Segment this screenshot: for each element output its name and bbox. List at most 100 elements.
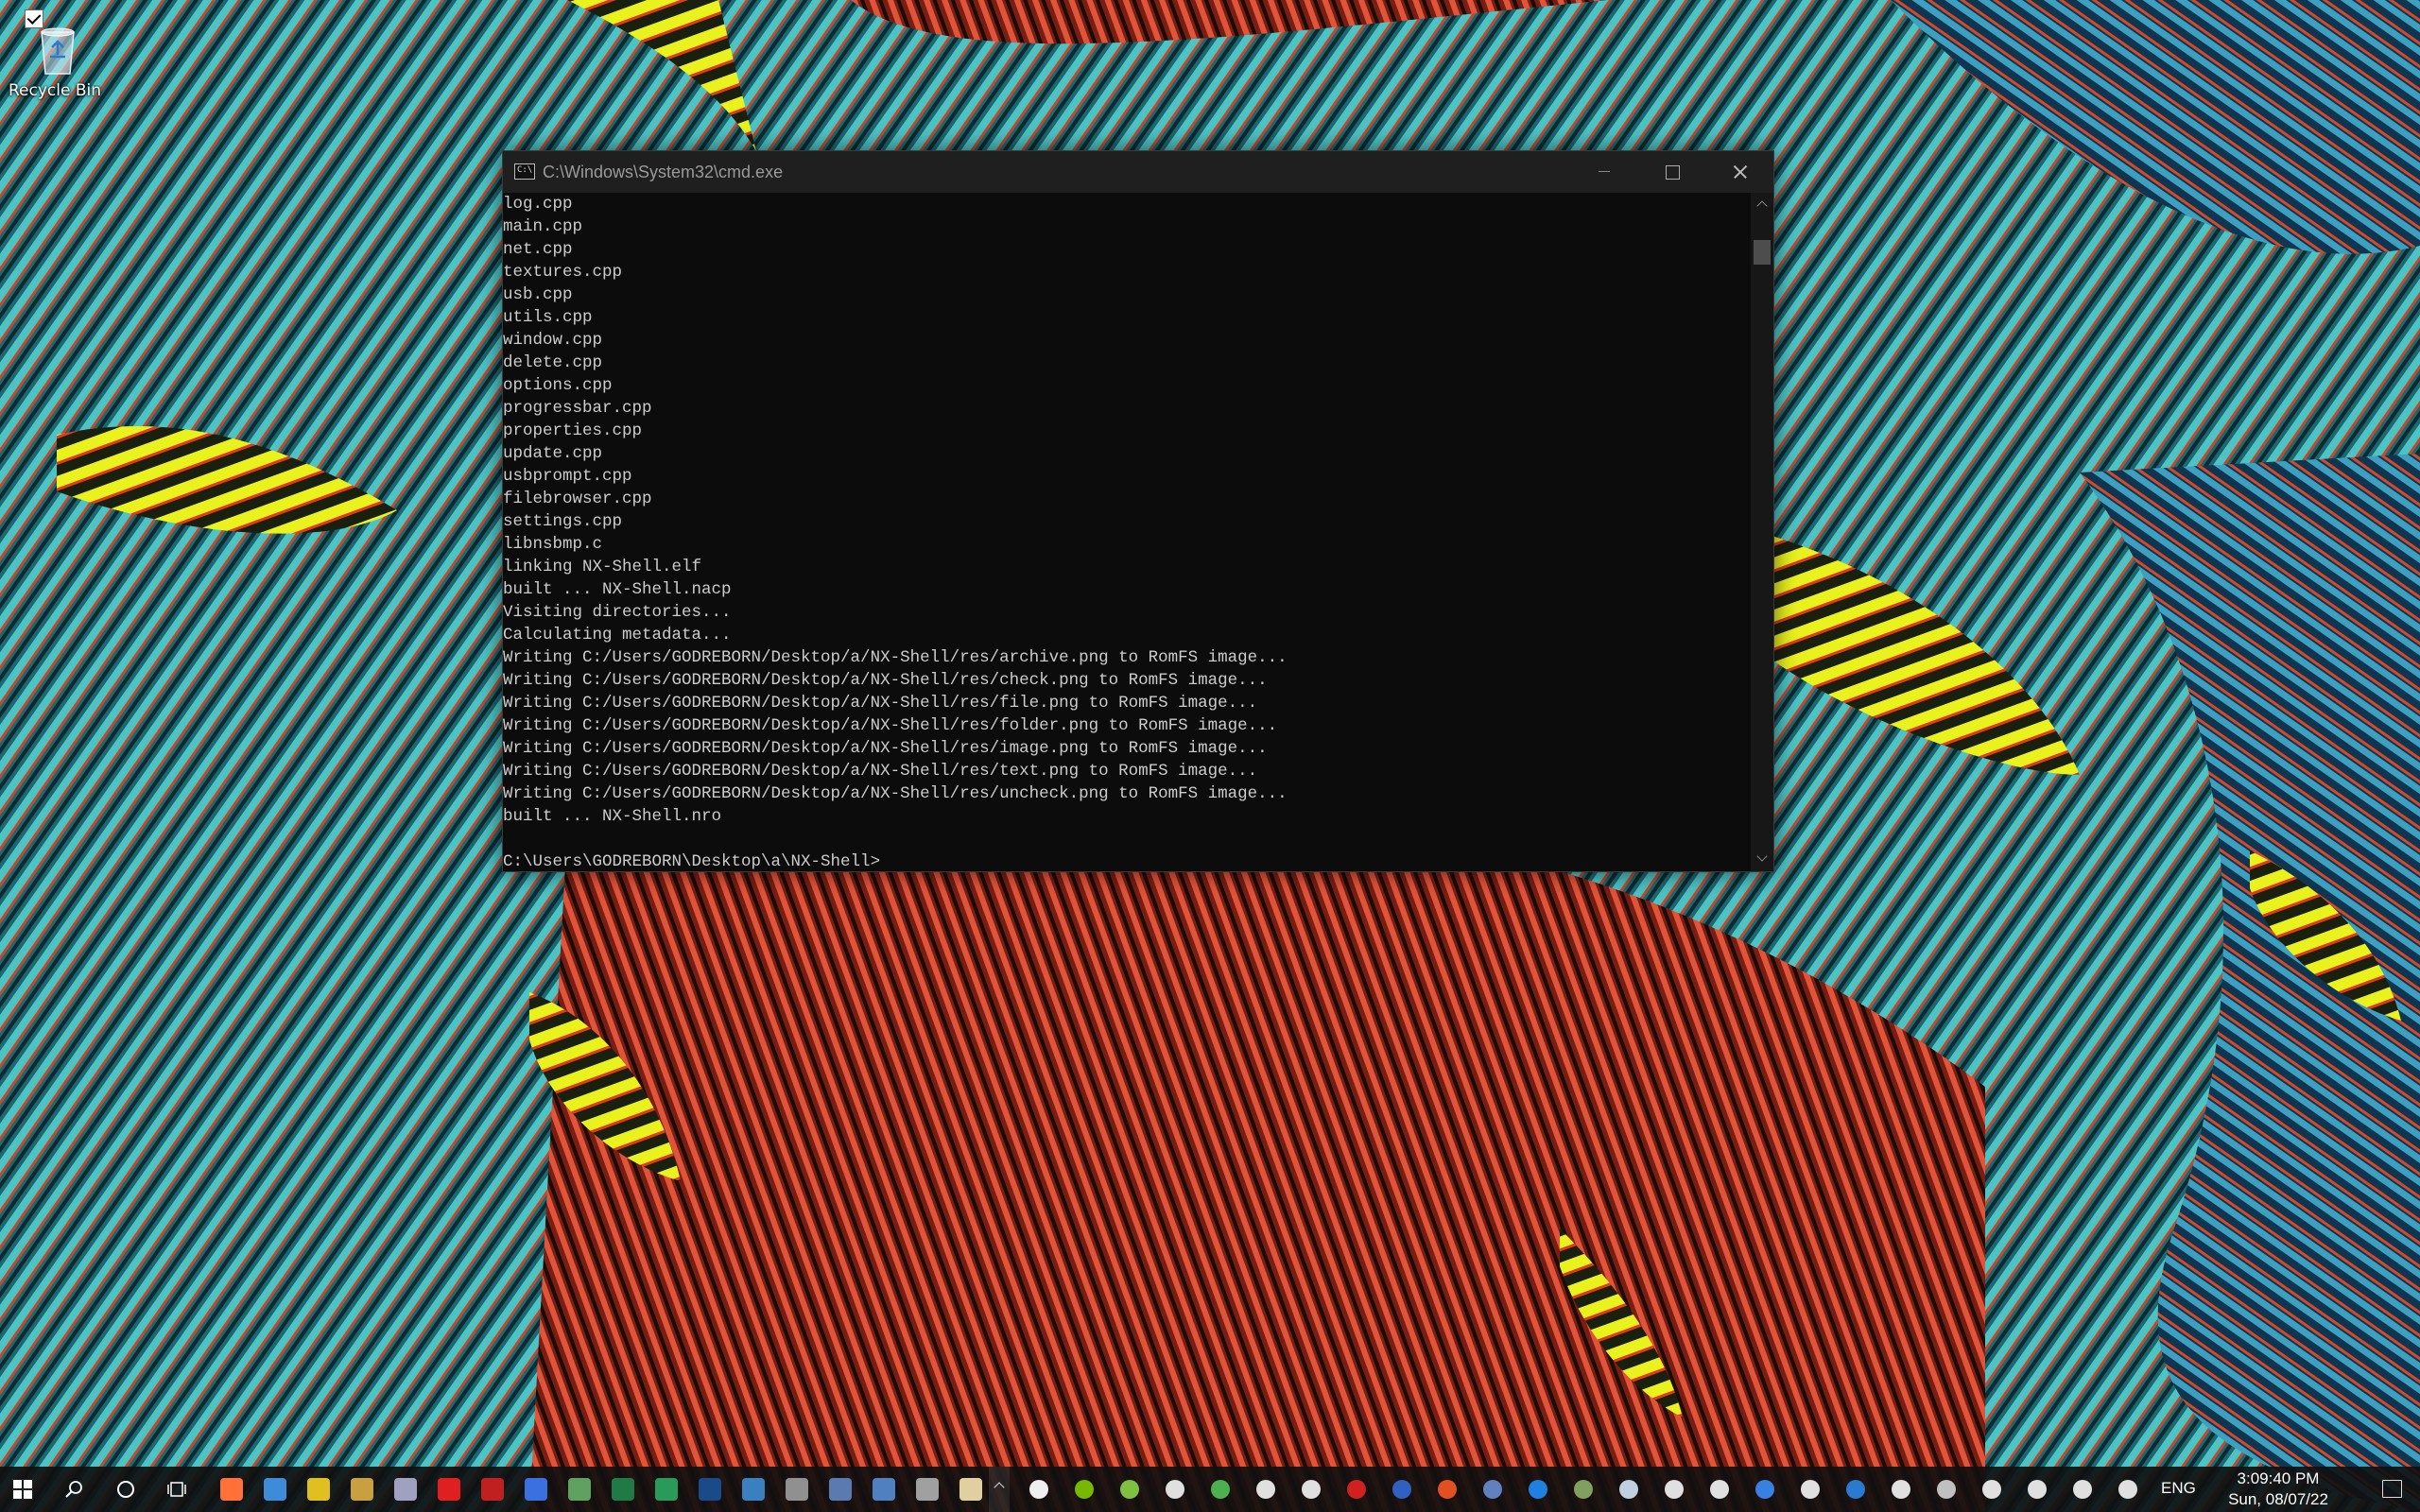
tray-app-button[interactable] xyxy=(1562,1467,1605,1512)
console-line: Writing C:/Users/GODREBORN/Desktop/a/NX-… xyxy=(503,762,1258,781)
tray-app-button[interactable] xyxy=(1471,1467,1514,1512)
window-titlebar[interactable]: C:\ C:\Windows\System32\cmd.exe xyxy=(503,151,1773,193)
tray-app-button[interactable] xyxy=(1834,1467,1877,1512)
taskbar-app-button[interactable] xyxy=(297,1467,340,1512)
scroll-down-icon[interactable] xyxy=(1751,849,1773,871)
laptop-icon xyxy=(873,1478,895,1501)
taskbar-app-button[interactable] xyxy=(427,1467,471,1512)
wifi-icon xyxy=(2028,1480,2047,1499)
cortana-button[interactable] xyxy=(104,1467,147,1512)
window-app-icon xyxy=(525,1478,547,1501)
console-line: options.cpp xyxy=(503,376,613,395)
tray-app-button[interactable] xyxy=(1153,1467,1197,1512)
tray-app-button[interactable] xyxy=(1244,1467,1288,1512)
tray-app-button[interactable] xyxy=(1199,1467,1242,1512)
taskbar-app-button[interactable] xyxy=(819,1467,862,1512)
taskbar-app-button[interactable] xyxy=(601,1467,645,1512)
tray-app-button[interactable] xyxy=(2015,1467,2059,1512)
spreadsheet-icon xyxy=(655,1478,678,1501)
tray-app-button[interactable] xyxy=(1607,1467,1651,1512)
taskbar-app-button[interactable] xyxy=(471,1467,514,1512)
console-line: built ... NX-Shell.nro xyxy=(503,807,722,826)
device-icon xyxy=(1483,1480,1502,1499)
cortana-circle-icon xyxy=(117,1481,134,1498)
tray-app-button[interactable] xyxy=(1925,1467,1968,1512)
tray-app-button[interactable] xyxy=(1335,1467,1378,1512)
taskbar-app-button[interactable] xyxy=(732,1467,775,1512)
console-line: delete.cpp xyxy=(503,353,603,372)
weather-icon xyxy=(1029,1480,1048,1499)
record-icon xyxy=(1302,1480,1321,1499)
tray-app-button[interactable] xyxy=(1970,1467,2014,1512)
calculator-icon xyxy=(829,1478,852,1501)
taskbar-app-button[interactable] xyxy=(862,1467,906,1512)
console-line: net.cpp xyxy=(503,240,573,259)
image-app-icon xyxy=(568,1478,591,1501)
taskbar-app-button[interactable] xyxy=(688,1467,732,1512)
taskbar-app-button[interactable] xyxy=(340,1467,384,1512)
taskbar-app-button[interactable] xyxy=(210,1467,253,1512)
clock-time[interactable]: 3:09:40 PM xyxy=(2212,1469,2344,1488)
tray-app-button[interactable] xyxy=(1879,1467,1923,1512)
show-hidden-icons-button[interactable] xyxy=(989,1467,1010,1512)
keyboard-icon xyxy=(786,1478,808,1501)
taskbar-app-button[interactable] xyxy=(514,1467,558,1512)
tray-app-button[interactable] xyxy=(2106,1467,2150,1512)
console-line: Visiting directories... xyxy=(503,603,732,622)
task-view-button[interactable] xyxy=(155,1467,199,1512)
tray-app-button[interactable] xyxy=(1108,1467,1151,1512)
taskbar-app-button[interactable] xyxy=(949,1467,993,1512)
tray-app-button[interactable] xyxy=(1652,1467,1696,1512)
tray-app-button[interactable] xyxy=(1063,1467,1106,1512)
window-title: C:\Windows\System32\cmd.exe xyxy=(543,163,784,181)
search-button[interactable] xyxy=(53,1467,96,1512)
defender-icon xyxy=(1892,1480,1910,1499)
tray-app-button[interactable] xyxy=(1426,1467,1469,1512)
monitor-icon xyxy=(1937,1480,1956,1499)
tray-app-button[interactable] xyxy=(1698,1467,1741,1512)
close-button[interactable] xyxy=(1705,151,1773,193)
search-icon xyxy=(65,1481,82,1498)
scrollbar-thumb[interactable] xyxy=(1754,240,1771,265)
tray-app-button[interactable] xyxy=(1516,1467,1560,1512)
clock-date[interactable]: Sun, 08/07/22 xyxy=(2212,1490,2344,1509)
tray-app-button[interactable] xyxy=(2061,1467,2104,1512)
tray-app-button[interactable] xyxy=(1289,1467,1333,1512)
excel-icon xyxy=(612,1478,634,1501)
tray-app-button[interactable] xyxy=(1789,1467,1832,1512)
acrobat-icon xyxy=(1347,1480,1366,1499)
taskbar-app-button[interactable] xyxy=(253,1467,297,1512)
console-window[interactable]: C:\ C:\Windows\System32\cmd.exe log.cpp m… xyxy=(502,150,1774,872)
photoshop-icon xyxy=(699,1478,721,1501)
scroll-up-icon[interactable] xyxy=(1751,193,1773,215)
maximize-button[interactable] xyxy=(1637,151,1705,193)
cmd-icon: C:\ xyxy=(514,163,535,180)
console-line: usb.cpp xyxy=(503,285,573,304)
taskbar-app-button[interactable] xyxy=(558,1467,601,1512)
taskbar-app-button[interactable] xyxy=(775,1467,819,1512)
language-indicator[interactable]: ENG xyxy=(2161,1479,2196,1498)
console-output[interactable]: log.cpp main.cpp net.cpp textures.cpp usb.cp… xyxy=(503,193,1749,871)
start-button[interactable] xyxy=(0,1467,43,1512)
vertical-scrollbar[interactable] xyxy=(1751,193,1773,871)
tray-app-button[interactable] xyxy=(1743,1467,1787,1512)
tray-app-button[interactable] xyxy=(1017,1467,1061,1512)
console-line: log.cpp xyxy=(503,195,573,214)
taskbar-app-button[interactable] xyxy=(906,1467,949,1512)
desktop-icon-label: Recycle Bin xyxy=(8,81,101,100)
taskbar-app-button[interactable] xyxy=(384,1467,427,1512)
console-line: usbprompt.cpp xyxy=(503,467,632,486)
action-center-button[interactable] xyxy=(2363,1467,2420,1512)
bluetooth-icon xyxy=(1846,1480,1865,1499)
discord-icon xyxy=(1166,1480,1184,1499)
usb-icon xyxy=(2118,1480,2137,1499)
console-line: linking NX-Shell.elf xyxy=(503,558,702,576)
taskbar-app-button[interactable] xyxy=(645,1467,688,1512)
remote-icon xyxy=(742,1478,765,1501)
console-line: main.cpp xyxy=(503,217,583,236)
console-line: Writing C:/Users/GODREBORN/Desktop/a/NX-… xyxy=(503,671,1268,690)
tray-app-button[interactable] xyxy=(1380,1467,1424,1512)
desktop-icon-recycle-bin[interactable]: Recycle Bin xyxy=(6,4,104,108)
task-view-icon xyxy=(167,1482,186,1497)
minimize-button[interactable] xyxy=(1569,151,1637,193)
